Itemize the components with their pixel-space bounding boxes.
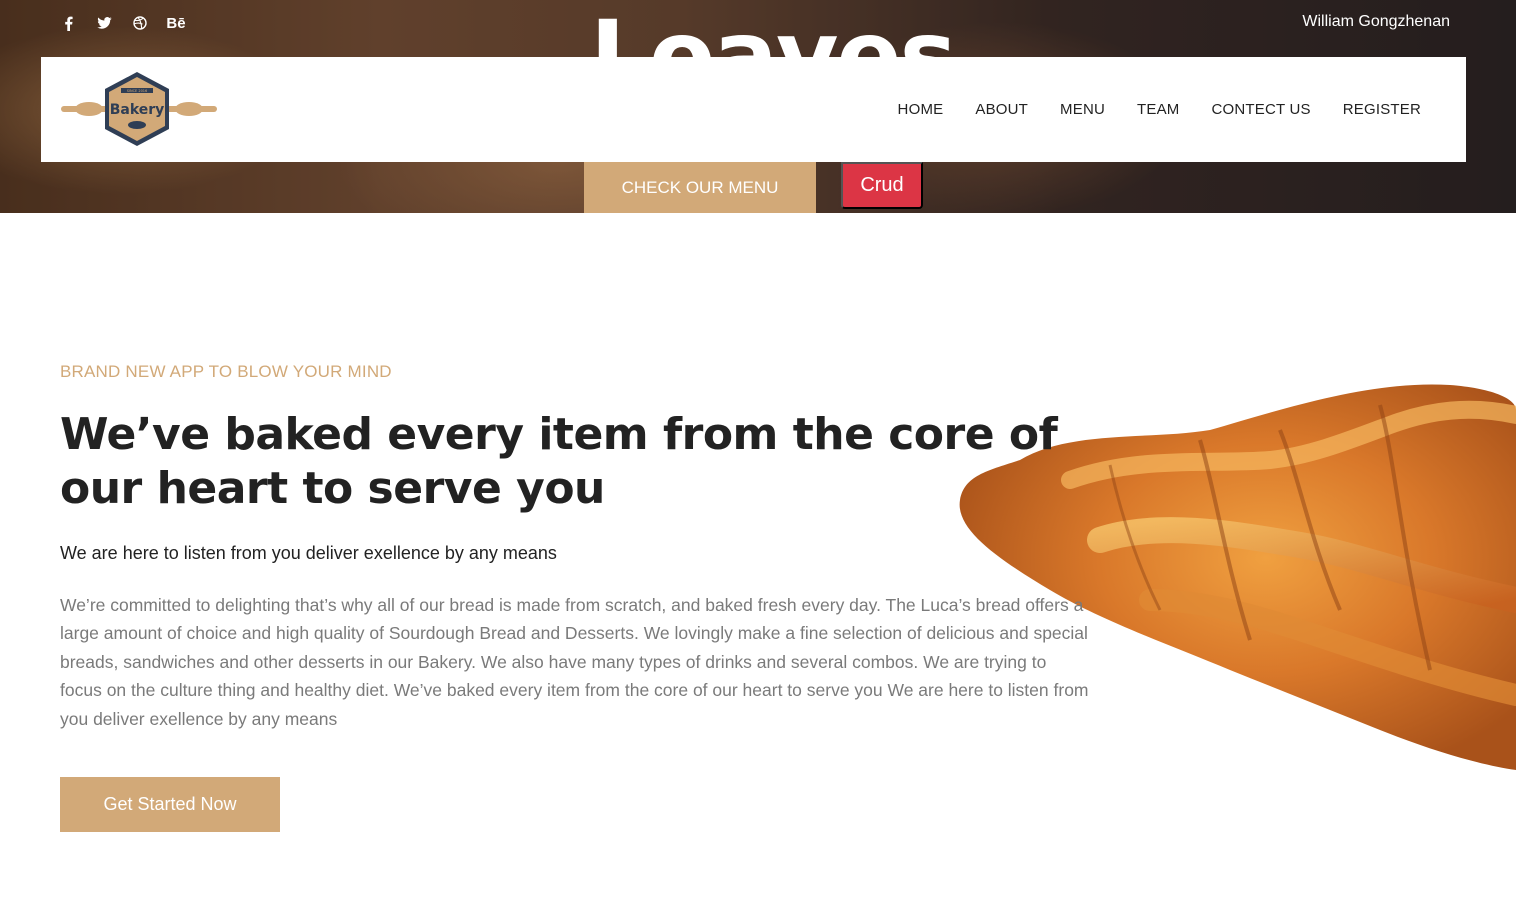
- twitter-icon[interactable]: [86, 12, 122, 34]
- logo-text: Bakery: [110, 102, 165, 118]
- section-headline: We’ve baked every item from the core of …: [60, 409, 1058, 514]
- nav-team[interactable]: TEAM: [1121, 101, 1195, 118]
- bakery-logo[interactable]: SINCE 2016 Bakery: [59, 70, 219, 150]
- check-menu-button[interactable]: CHECK OUR MENU: [584, 162, 816, 213]
- main-nav: HOME ABOUT MENU TEAM CONTECT US REGISTER: [882, 101, 1437, 118]
- social-links: Bē: [50, 12, 194, 34]
- get-started-button[interactable]: Get Started Now: [60, 777, 280, 832]
- facebook-icon[interactable]: [50, 12, 86, 34]
- section-kicker: BRAND NEW APP TO BLOW YOUR MIND: [60, 362, 392, 381]
- nav-home[interactable]: HOME: [882, 101, 960, 118]
- dribbble-icon[interactable]: [122, 12, 158, 34]
- behance-icon[interactable]: Bē: [158, 12, 194, 34]
- section-body: We’re committed to delighting that’s why…: [60, 595, 1089, 729]
- crud-button[interactable]: Crud: [841, 162, 923, 209]
- user-name[interactable]: William Gongzhenan: [1302, 13, 1450, 31]
- nav-register[interactable]: REGISTER: [1327, 101, 1437, 118]
- nav-about[interactable]: ABOUT: [959, 101, 1044, 118]
- nav-contact[interactable]: CONTECT US: [1195, 101, 1326, 118]
- nav-menu[interactable]: MENU: [1044, 101, 1121, 118]
- logo-since: SINCE 2016: [127, 89, 148, 93]
- section-subline: We are here to listen from you deliver e…: [60, 543, 557, 563]
- navbar: SINCE 2016 Bakery HOME ABOUT MENU TEAM C…: [41, 57, 1466, 162]
